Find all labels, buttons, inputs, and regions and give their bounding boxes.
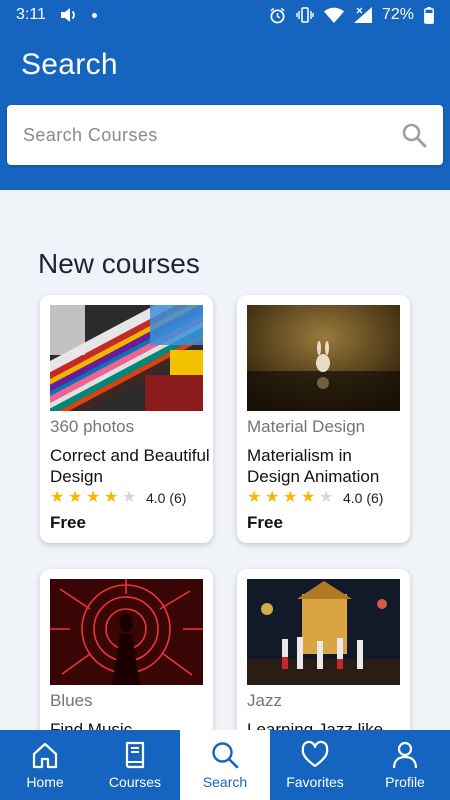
star-empty-icon: ★ [319,489,334,506]
course-image [50,579,203,685]
nav-home-label: Home [26,774,64,790]
page-title: Search [21,48,118,81]
course-card[interactable]: Material Design Materialism in Design An… [237,295,410,543]
nav-profile-label: Profile [385,774,425,790]
bottom-navigation: Home Courses Search Favorites Profile [0,730,450,800]
app-header: Search [0,30,450,190]
status-time: 3:11 [16,6,46,23]
star-icon: ★ [86,489,101,506]
course-category: Blues [50,691,93,710]
battery-icon [424,6,434,24]
course-rating: ★ ★ ★ ★ ★ 4.0 (6) [50,490,187,507]
nav-courses-label: Courses [108,774,162,790]
course-price: Free [247,513,283,532]
nav-profile[interactable]: Profile [360,730,450,800]
course-card[interactable]: 360 photos Correct and Beautiful Design … [40,295,213,543]
nav-courses[interactable]: Courses [90,730,180,800]
section-title: New courses [38,248,200,279]
search-box[interactable] [7,105,443,165]
star-icon: ★ [283,489,298,506]
nav-favorites[interactable]: Favorites [270,730,360,800]
star-icon: ★ [50,489,65,506]
alarm-icon [270,7,285,23]
nav-home[interactable]: Home [0,730,90,800]
home-icon [32,742,58,769]
course-price: Free [50,513,86,532]
nav-search-label: Search [202,774,248,790]
rating-text: 4.0 (6) [146,490,187,506]
course-category: 360 photos [50,417,135,436]
person-icon [392,741,418,769]
star-icon: ★ [104,489,119,506]
nav-search[interactable]: Search [180,730,270,800]
rating-text: 4.0 (6) [343,490,384,506]
course-image [247,305,400,411]
notification-dot-icon [91,12,97,18]
course-rating: ★ ★ ★ ★ ★ 4.0 (6) [247,490,384,507]
book-icon [125,741,145,769]
star-icon: ★ [265,489,280,506]
volume-icon [60,8,75,22]
course-title: Materialism in Design Animation [247,446,380,486]
search-input[interactable] [23,124,401,146]
battery-percent: 72% [381,6,414,23]
course-category: Material Design [247,417,366,436]
rating-stars: ★ ★ ★ ★ ★ [247,490,337,506]
status-bar: 3:11 72% [0,0,450,30]
search-icon[interactable] [401,122,427,148]
heart-icon [301,740,329,768]
course-category: Jazz [247,691,282,710]
rating-stars: ★ ★ ★ ★ ★ [50,490,140,506]
star-icon: ★ [301,489,316,506]
nav-favorites-label: Favorites [286,774,344,790]
course-title: Correct and Beautiful Design [50,446,210,486]
course-image [50,305,203,411]
star-icon: ★ [247,489,262,506]
star-icon: ★ [68,489,83,506]
wifi-icon [323,7,344,23]
star-empty-icon: ★ [122,489,137,506]
search-icon [212,742,239,769]
vibrate-icon [296,7,314,23]
course-image [247,579,400,685]
cell-signal-icon [353,7,372,23]
